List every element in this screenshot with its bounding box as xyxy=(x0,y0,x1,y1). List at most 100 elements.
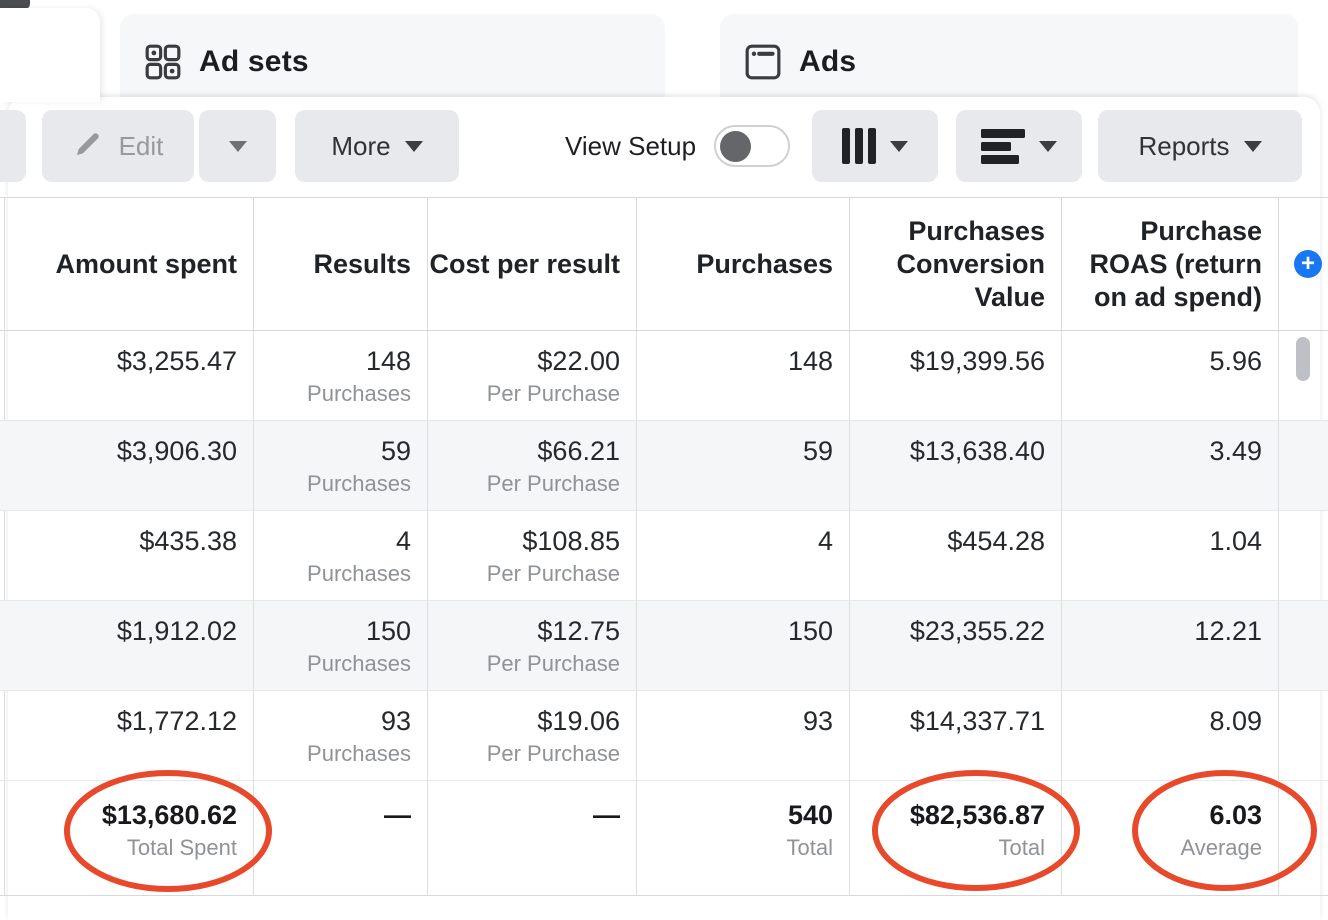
row-spacer-cell xyxy=(1279,601,1328,691)
conversion-value-cell: $23,355.22 xyxy=(850,601,1062,691)
total-roas-cell: 6.03 Average xyxy=(1062,781,1279,896)
totals-spacer-cell xyxy=(1279,781,1328,896)
caret-down-icon xyxy=(405,141,423,152)
roas-cell: 5.96 xyxy=(1062,331,1279,421)
total-conversion-value-cell: $82,536.87 Total xyxy=(850,781,1062,896)
caret-down-icon xyxy=(1039,141,1057,152)
cost-per-result-cell: $19.06 Per Purchase xyxy=(428,691,637,781)
tab-campaigns-active[interactable] xyxy=(0,8,100,102)
total-roas-label: Average xyxy=(1180,835,1262,861)
breakdown-icon xyxy=(981,129,1025,164)
tab-ads[interactable]: Ads xyxy=(720,14,1298,110)
total-purchases-label: Total xyxy=(787,835,833,861)
edit-button[interactable]: Edit xyxy=(42,110,194,182)
table-row: $1,912.02 150 Purchases $12.75 Per Purch… xyxy=(0,601,1328,691)
cost-per-result-cell: $108.85 Per Purchase xyxy=(428,511,637,601)
column-header-purchases[interactable]: Purchases xyxy=(637,198,850,331)
cost-per-result-value: $22.00 xyxy=(537,345,620,377)
total-amount-spent-label: Total Spent xyxy=(127,835,237,861)
roas-cell: 1.04 xyxy=(1062,511,1279,601)
purchases-cell: 59 xyxy=(637,421,850,511)
edit-dropdown-button[interactable] xyxy=(199,110,276,182)
roas-cell: 3.49 xyxy=(1062,421,1279,511)
total-roas-value: 6.03 xyxy=(1209,799,1262,831)
tab-label: Ad sets xyxy=(199,45,309,79)
cost-per-result-sublabel: Per Purchase xyxy=(487,381,620,407)
pencil-icon xyxy=(73,127,105,166)
conversion-value-cell: $13,638.40 xyxy=(850,421,1062,511)
results-value: 93 xyxy=(381,705,411,737)
caret-down-icon xyxy=(1244,141,1262,152)
toolbar-partial-button[interactable] xyxy=(0,110,26,182)
results-cell: 150 Purchases xyxy=(254,601,428,691)
edit-button-label: Edit xyxy=(119,131,164,162)
roas-value: 3.49 xyxy=(1209,435,1262,467)
cost-per-result-sublabel: Per Purchase xyxy=(487,651,620,677)
conversion-value: $14,337.71 xyxy=(910,705,1045,737)
roas-cell: 8.09 xyxy=(1062,691,1279,781)
total-amount-spent-value: $13,680.62 xyxy=(102,799,237,831)
results-value: 150 xyxy=(366,615,411,647)
column-header-results[interactable]: Results xyxy=(254,198,428,331)
row-spacer-cell xyxy=(1279,421,1328,511)
caret-down-icon xyxy=(229,141,247,152)
ads-manager-screen: Ad sets Ads Edit More View Setup xyxy=(0,0,1328,920)
tab-ad-sets[interactable]: Ad sets xyxy=(120,14,665,110)
purchases-cell: 148 xyxy=(637,331,850,421)
toggle-knob xyxy=(720,131,751,162)
results-sublabel: Purchases xyxy=(307,651,411,677)
conversion-value: $23,355.22 xyxy=(910,615,1045,647)
metrics-table: Amount spent Results Cost per result Pur… xyxy=(0,197,1328,896)
window-icon xyxy=(743,42,783,82)
roas-value: 8.09 xyxy=(1209,705,1262,737)
amount-spent-cell: $1,912.02 xyxy=(0,601,254,691)
table-rows: $3,255.47 148 Purchases $22.00 Per Purch… xyxy=(0,331,1328,781)
results-cell: 148 Purchases xyxy=(254,331,428,421)
total-cost-per-result-value: — xyxy=(593,799,620,831)
columns-button[interactable] xyxy=(812,110,938,182)
add-column-button[interactable]: + xyxy=(1294,250,1322,278)
tab-label: Ads xyxy=(799,45,856,79)
column-header-cost-per-result[interactable]: Cost per result xyxy=(428,198,637,331)
cost-per-result-cell: $66.21 Per Purchase xyxy=(428,421,637,511)
total-purchases-value: 540 xyxy=(788,799,833,831)
row-spacer-cell xyxy=(1279,691,1328,781)
roas-value: 1.04 xyxy=(1209,525,1262,557)
reports-button-label: Reports xyxy=(1138,131,1229,162)
column-header-amount-spent[interactable]: Amount spent xyxy=(0,198,254,331)
conversion-value: $13,638.40 xyxy=(910,435,1045,467)
conversion-value-cell: $454.28 xyxy=(850,511,1062,601)
results-sublabel: Purchases xyxy=(307,561,411,587)
cost-per-result-sublabel: Per Purchase xyxy=(487,471,620,497)
amount-spent-value: $1,912.02 xyxy=(117,615,237,647)
amount-spent-value: $1,772.12 xyxy=(117,705,237,737)
column-header-purchases-conversion-value[interactable]: Purchases Conversion Value xyxy=(850,198,1062,331)
row-spacer-cell xyxy=(1279,511,1328,601)
column-header-purchase-roas[interactable]: Purchase ROAS (return on ad spend) xyxy=(1062,198,1279,331)
amount-spent-value: $3,906.30 xyxy=(117,435,237,467)
conversion-value-cell: $19,399.56 xyxy=(850,331,1062,421)
results-sublabel: Purchases xyxy=(307,381,411,407)
purchases-value: 93 xyxy=(803,705,833,737)
table-header-row: Amount spent Results Cost per result Pur… xyxy=(0,198,1328,331)
reports-button[interactable]: Reports xyxy=(1098,110,1302,182)
amount-spent-cell: $3,906.30 xyxy=(0,421,254,511)
total-conversion-value: $82,536.87 xyxy=(910,799,1045,831)
vertical-scrollbar-thumb[interactable] xyxy=(1296,337,1310,381)
amount-spent-cell: $1,772.12 xyxy=(0,691,254,781)
cost-per-result-cell: $22.00 Per Purchase xyxy=(428,331,637,421)
breakdown-button[interactable] xyxy=(956,110,1082,182)
roas-value: 5.96 xyxy=(1209,345,1262,377)
table-row: $3,906.30 59 Purchases $66.21 Per Purcha… xyxy=(0,421,1328,511)
cost-per-result-sublabel: Per Purchase xyxy=(487,741,620,767)
purchases-value: 4 xyxy=(818,525,833,557)
view-setup-toggle[interactable] xyxy=(714,125,790,167)
more-button[interactable]: More xyxy=(295,110,459,182)
columns-icon xyxy=(842,128,876,164)
table-row: $1,772.12 93 Purchases $19.06 Per Purcha… xyxy=(0,691,1328,781)
roas-value: 12.21 xyxy=(1194,615,1262,647)
purchases-value: 150 xyxy=(788,615,833,647)
table-row: $3,255.47 148 Purchases $22.00 Per Purch… xyxy=(0,331,1328,421)
conversion-value-cell: $14,337.71 xyxy=(850,691,1062,781)
conversion-value: $454.28 xyxy=(947,525,1045,557)
